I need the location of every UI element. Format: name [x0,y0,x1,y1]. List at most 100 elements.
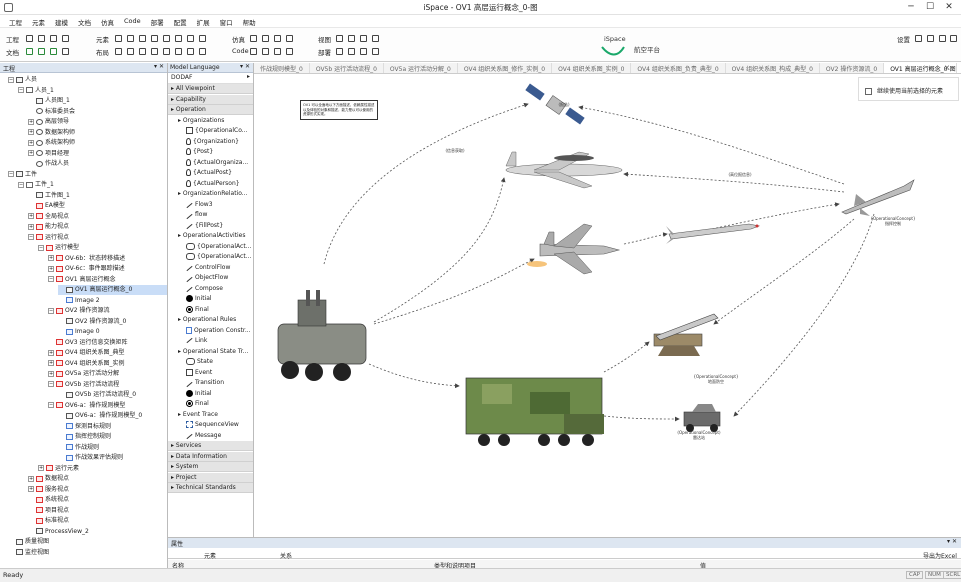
doc-excel-icon[interactable] [38,48,45,55]
close-tab-icon[interactable]: ✕ [938,63,957,73]
panel-pin-close-icon[interactable]: ▾ ✕ [154,63,164,70]
toolbox-item[interactable]: Flow3 [168,200,253,210]
sam-launcher-icon[interactable] [653,313,719,356]
doc-word-icon[interactable] [26,48,33,55]
tree-node[interactable]: 监控视图 [8,548,49,558]
language-selector[interactable]: DODAF ▸ [168,73,253,84]
collapse-icon[interactable]: − [18,181,24,188]
toolbox-item[interactable]: Event [168,368,253,378]
tree-node[interactable]: − 运行视点 [28,233,69,243]
toolbox-item[interactable]: Final [168,305,253,315]
document-tab[interactable]: OV5b 运行活动流程_0 [310,63,384,73]
tab-element[interactable]: 元素 [204,551,216,560]
menu-help[interactable]: 帮助 [240,15,263,27]
toolbox-item[interactable]: {ActualPost} [168,168,253,178]
keep-selection-option[interactable]: 继续使用当前选择的元素 [858,77,959,101]
code-settings-icon[interactable] [286,48,293,55]
tree-node[interactable]: + 系统架构师 [28,138,75,148]
code-gen-icon[interactable] [250,48,257,55]
expand-icon[interactable]: + [28,223,34,230]
deploy-run-icon[interactable] [372,48,379,55]
tree-node[interactable]: + 能力视点 [28,222,69,232]
step-icon[interactable] [262,35,269,42]
missile-icon[interactable] [666,223,761,244]
collapse-icon[interactable]: − [28,234,34,240]
new-project-icon[interactable] [26,35,33,42]
toolbox-category[interactable]: ▸ Data Information [168,451,253,462]
rocket-launcher-truck-icon[interactable] [465,377,604,446]
element-link-icon[interactable] [151,35,158,42]
toolbox-item[interactable]: SequenceView [168,420,253,430]
toolbox-item[interactable]: Initial [168,294,253,304]
toolbox-category[interactable]: ▸ Capability [168,94,253,105]
diagram-canvas[interactable]: OV1 可以全面地以下方面描述，依赖属性描述以及体验的对象和描述，能力是以可以使… [254,74,961,537]
tree-node[interactable]: + OV4 组织关系图_实例 [48,359,124,369]
help-icon[interactable] [927,35,934,42]
open-project-icon[interactable] [38,35,45,42]
document-tab[interactable]: OV4 组织关系图_实例_0 [552,63,632,73]
menu-element[interactable]: 元素 [29,15,52,27]
element-delete-icon[interactable] [187,35,194,42]
tree-node[interactable]: ProcessView_2 [28,527,89,537]
tree-node[interactable]: 作战效果评估规则 [58,453,123,463]
cruise-missile-icon[interactable] [841,179,915,216]
menu-document[interactable]: 文档 [75,15,98,27]
tree-node[interactable]: 系统视点 [28,495,69,505]
expand-icon[interactable]: + [28,129,34,135]
fighter-jet-icon[interactable] [527,223,621,275]
document-tab[interactable]: OV5a 运行活动分解_0 [384,63,458,73]
close-button[interactable]: ✕ [940,1,958,13]
tree-node[interactable]: + 项目经理 [28,149,69,159]
maximize-button[interactable]: ☐ [921,1,939,13]
toolbox-item[interactable]: {ActualPerson} [168,179,253,189]
expand-icon[interactable]: + [28,475,34,482]
element-note-icon[interactable] [163,35,170,42]
same-size-icon[interactable] [199,48,206,55]
expand-icon[interactable]: + [48,349,54,356]
toolbox-item[interactable]: Initial [168,389,253,399]
pause-icon[interactable] [274,35,281,42]
expand-icon[interactable]: + [28,118,34,125]
expand-icon[interactable]: + [28,150,34,156]
play-icon[interactable] [250,35,257,42]
align-center-icon[interactable] [127,48,134,55]
tree-node[interactable]: + 高层领导 [28,117,69,127]
expand-icon[interactable]: + [28,139,34,146]
toolbox-group[interactable]: ▸ OperationalActivities [168,231,253,241]
toolbox-group[interactable]: ▸ Operational State Tr... [168,347,253,357]
menu-extend[interactable]: 扩展 [194,15,217,27]
tree-node[interactable]: OV1 高层运行概念_0 [58,285,167,295]
collapse-icon[interactable]: − [38,244,44,251]
collapse-icon[interactable]: − [48,402,54,408]
code-import-icon[interactable] [274,48,281,55]
tree-node[interactable]: EA模型 [28,201,65,211]
toolbox-item[interactable]: Operation Constr... [168,326,253,336]
toolbox-category[interactable]: ▸ Technical Standards [168,483,253,493]
tree-node[interactable]: OV5b 运行活动流程_0 [58,390,136,400]
toolbox-category[interactable]: ▸ Operation [168,105,253,115]
toolbox-item[interactable]: Link [168,336,253,346]
tree-node[interactable]: + 全局视点 [28,212,69,222]
toolbox-category[interactable]: ▸ Services [168,441,253,451]
tree-node[interactable]: − 工件_1 [18,180,54,190]
tree-node[interactable]: 标准视点 [28,516,69,526]
collapse-icon[interactable]: − [48,381,54,387]
document-tab[interactable]: OV2 操作资源流_0 [820,63,885,73]
tree-node[interactable]: OV2 操作资源流_0 [58,317,126,327]
expand-icon[interactable]: + [48,360,54,366]
radar-station-icon[interactable] [683,404,721,432]
keep-selection-checkbox[interactable] [865,88,872,95]
tree-node[interactable]: Image 2 [58,296,100,306]
element-connect-icon[interactable] [175,35,182,42]
save-all-icon[interactable] [62,35,69,42]
layout-icon[interactable] [939,35,946,42]
document-tab[interactable]: OV4 组织关系图_构成_典型_0 [726,63,820,73]
toolbox-item[interactable]: {OperationalAct... [168,242,253,252]
view-fit-icon[interactable] [372,35,379,42]
toolbox-category[interactable]: ▸ Project [168,472,253,483]
toolbox-item[interactable]: ObjectFlow [168,273,253,283]
align-right-icon[interactable] [139,48,146,55]
options-icon[interactable] [950,35,957,42]
toolbox-item[interactable]: flow [168,210,253,220]
tree-node[interactable]: − OV5b 运行活动流程 [48,380,119,390]
